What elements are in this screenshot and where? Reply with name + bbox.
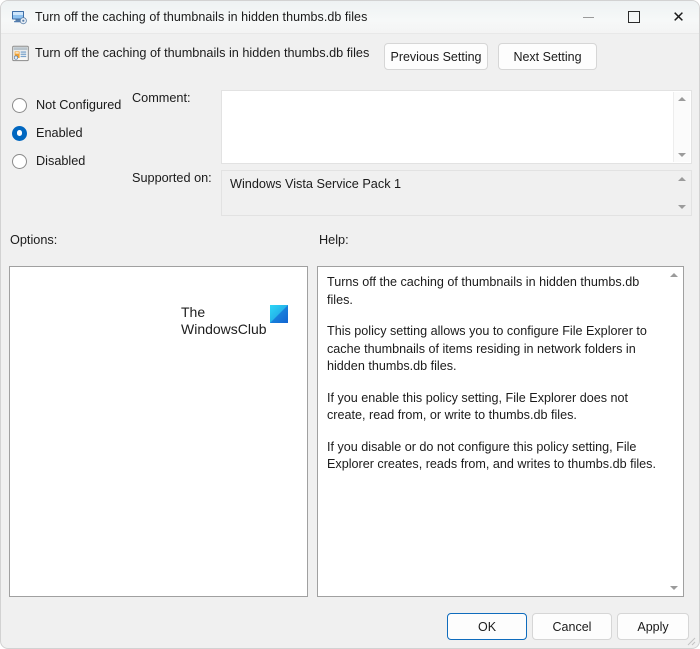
help-panel[interactable]: Turns off the caching of thumbnails in h…	[317, 266, 684, 597]
title-bar: Turn off the caching of thumbnails in hi…	[1, 1, 699, 34]
radio-enabled[interactable]: Enabled	[12, 119, 212, 147]
help-scrollbar[interactable]	[666, 268, 682, 595]
minimize-icon	[583, 16, 594, 18]
resize-grip-icon[interactable]	[684, 634, 696, 646]
options-label: Options:	[10, 233, 58, 247]
scroll-down-arrow-icon[interactable]	[678, 153, 686, 157]
policy-setting-icon	[12, 45, 29, 62]
computer-policy-icon	[12, 11, 27, 25]
supported-on-label: Supported on:	[132, 171, 212, 185]
radio-disabled-mark	[12, 153, 27, 169]
help-paragraph: Turns off the caching of thumbnails in h…	[327, 275, 640, 307]
comment-scrollbar[interactable]	[673, 92, 690, 162]
policy-name-label: Turn off the caching of thumbnails in hi…	[35, 46, 370, 60]
radio-not-configured-label: Not Configured	[36, 98, 122, 112]
apply-button[interactable]: Apply	[617, 613, 689, 640]
radio-enabled-label: Enabled	[36, 126, 83, 140]
help-label: Help:	[319, 233, 349, 247]
watermark-line-2: WindowsClub	[181, 321, 267, 337]
scroll-down-arrow-icon[interactable]	[670, 586, 678, 590]
ok-button[interactable]: OK	[447, 613, 527, 640]
close-icon: ✕	[672, 8, 685, 26]
windowsclub-logo-icon	[269, 305, 288, 323]
supported-on-scrollbar[interactable]	[674, 172, 690, 214]
policy-setting-dialog: Turn off the caching of thumbnails in hi…	[0, 0, 700, 649]
policy-header-row: Turn off the caching of thumbnails in hi…	[1, 33, 699, 81]
cancel-button[interactable]: Cancel	[532, 613, 612, 640]
maximize-button[interactable]	[611, 1, 656, 33]
scroll-down-arrow-icon[interactable]	[678, 205, 686, 209]
window-controls: ✕	[566, 1, 699, 33]
watermark-line-1: The	[181, 304, 206, 320]
close-button[interactable]: ✕	[656, 1, 699, 33]
scroll-up-arrow-icon[interactable]	[678, 97, 686, 101]
radio-disabled-label: Disabled	[36, 154, 86, 168]
supported-on-field: Windows Vista Service Pack 1	[221, 170, 692, 216]
help-text: Turns off the caching of thumbnails in h…	[327, 274, 659, 474]
help-paragraph: If you disable or do not configure this …	[327, 439, 656, 472]
minimize-button[interactable]	[566, 1, 611, 33]
scroll-up-arrow-icon[interactable]	[670, 273, 678, 277]
help-paragraph: This policy setting allows you to config…	[327, 324, 647, 373]
comment-label: Comment:	[132, 91, 191, 105]
radio-enabled-mark	[12, 125, 27, 141]
next-setting-button[interactable]: Next Setting	[498, 43, 597, 70]
watermark: The WindowsClub	[181, 304, 288, 338]
maximize-icon	[627, 11, 640, 23]
watermark-text: The WindowsClub	[181, 304, 267, 338]
supported-on-value: Windows Vista Service Pack 1	[230, 177, 402, 191]
scroll-up-arrow-icon[interactable]	[678, 177, 686, 181]
radio-not-configured-mark	[12, 97, 27, 113]
window-title: Turn off the caching of thumbnails in hi…	[35, 10, 368, 24]
comment-input[interactable]	[221, 90, 692, 164]
help-paragraph: If you enable this policy setting, File …	[327, 390, 629, 423]
previous-setting-button[interactable]: Previous Setting	[384, 43, 488, 70]
